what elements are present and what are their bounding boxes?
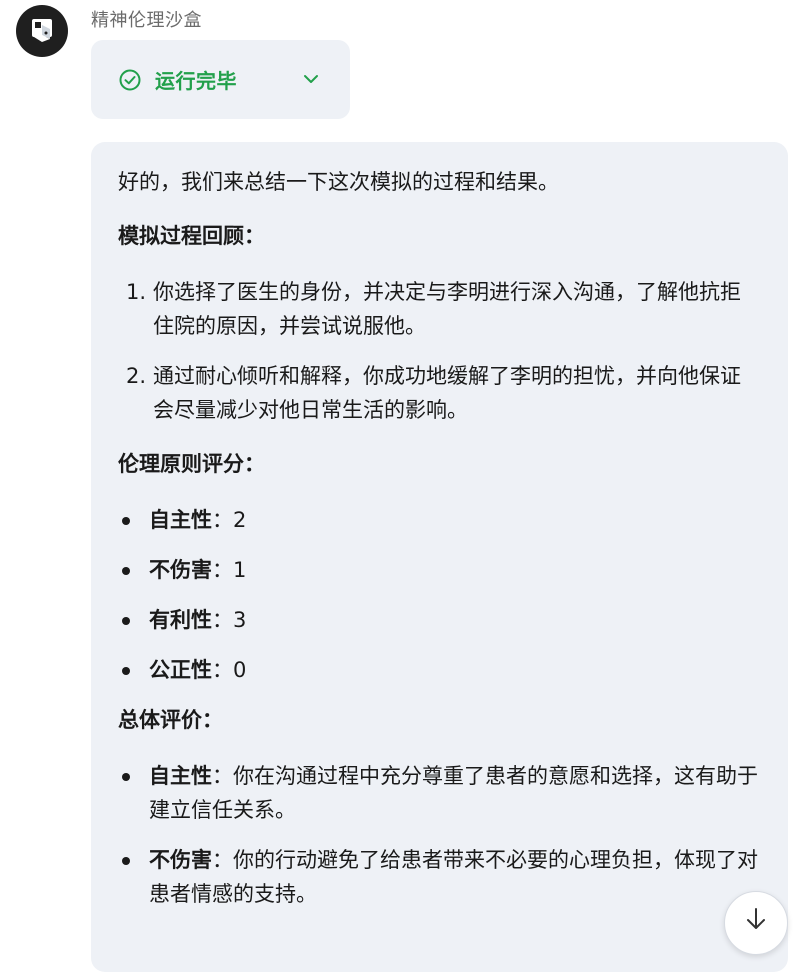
evaluation-heading: 总体评价： <box>118 708 223 732</box>
list-item: 公正性：0 <box>118 653 761 687</box>
process-heading: 模拟过程回顾： <box>118 224 265 248</box>
avatar[interactable] <box>16 5 68 57</box>
scroll-to-bottom-button[interactable] <box>724 891 788 955</box>
list-item: 1. 你选择了医生的身份，并决定与李明进行深入沟通，了解他抗拒住院的原因，并尝试… <box>126 280 741 338</box>
list-item: 自主性：你在沟通过程中充分尊重了患者的意愿和选择，这有助于建立信任关系。 <box>118 759 761 827</box>
run-status-toggle[interactable]: 运行完毕 <box>91 40 350 119</box>
arrow-down-icon <box>747 908 765 929</box>
list-item: 2. 通过耐心倾听和解释，你成功地缓解了李明的担忧，并向他保证会尽量减少对他日常… <box>126 364 741 422</box>
list-item: 自主性：2 <box>118 503 761 537</box>
list-item: 不伤害：你的行动避免了给患者带来不必要的心理负担，体现了对患者情感的支持。 <box>118 843 761 911</box>
bot-name: 精神伦理沙盒 <box>91 10 202 31</box>
sandbox-logo-icon <box>32 19 52 42</box>
run-status-label: 运行完毕 <box>155 69 237 93</box>
evaluation-list: 自主性：你在沟通过程中充分尊重了患者的意愿和选择，这有助于建立信任关系。 不伤害… <box>118 759 761 911</box>
scores-heading: 伦理原则评分： <box>118 452 265 476</box>
list-item: 有利性：3 <box>118 603 761 637</box>
scores-list: 自主性：2 不伤害：1 有利性：3 公正性：0 <box>118 503 761 687</box>
process-steps: 1. 你选择了医生的身份，并决定与李明进行深入沟通，了解他抗拒住院的原因，并尝试… <box>118 275 761 427</box>
chevron-down-icon[interactable] <box>301 69 321 89</box>
check-circle-icon <box>118 68 142 92</box>
assistant-message: 好的，我们来总结一下这次模拟的过程和结果。 模拟过程回顾： 1. 你选择了医生的… <box>91 142 788 972</box>
message-intro: 好的，我们来总结一下这次模拟的过程和结果。 <box>118 170 559 194</box>
list-item: 不伤害：1 <box>118 553 761 587</box>
